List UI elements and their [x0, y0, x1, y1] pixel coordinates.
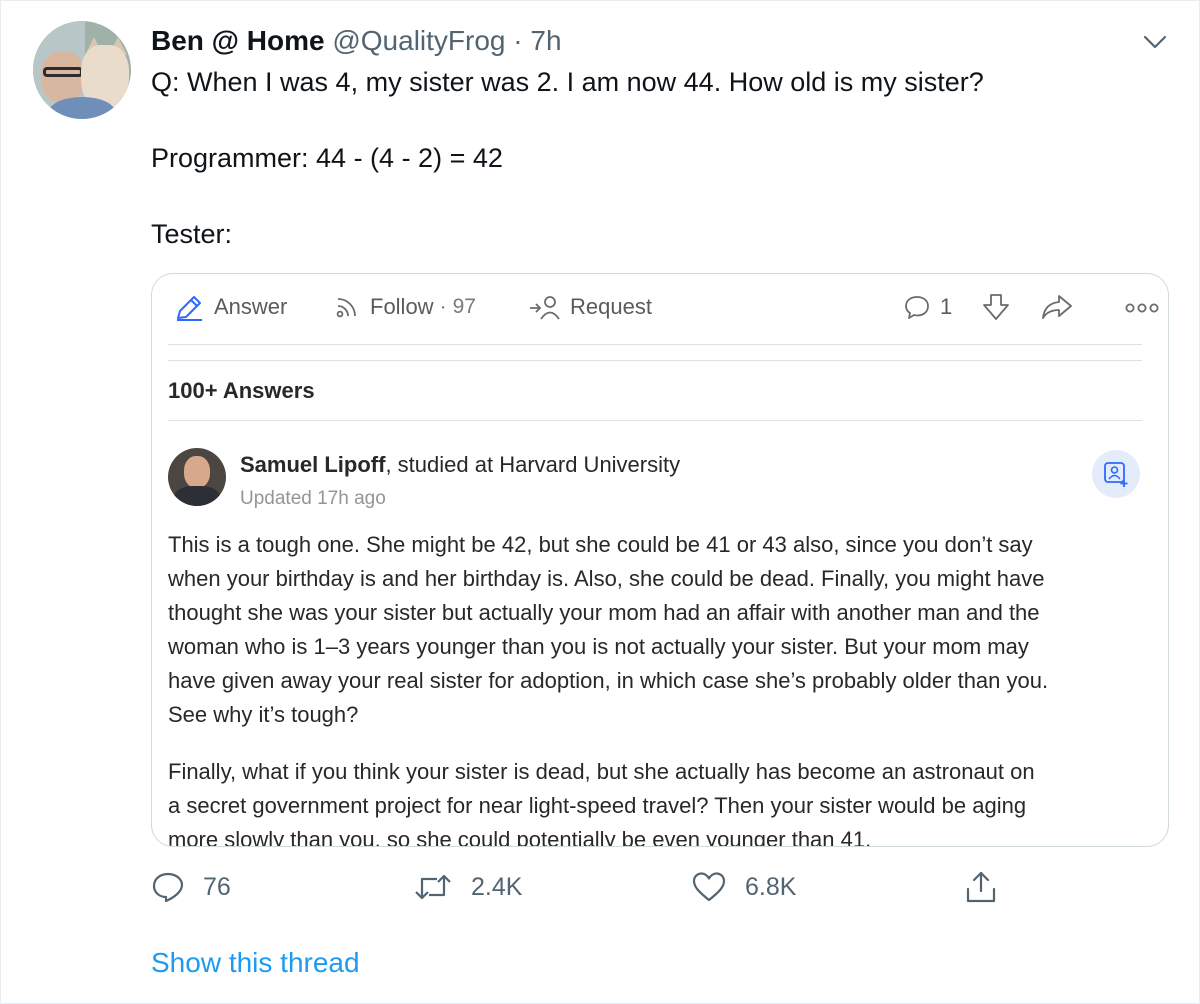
follow-count: 97 — [452, 295, 476, 318]
answer-line: thought she was your sister but actually… — [168, 600, 1040, 625]
pencil-icon — [177, 296, 202, 321]
reply-icon — [152, 872, 184, 903]
share-icon[interactable] — [1040, 292, 1074, 322]
chevron-down-icon[interactable] — [1141, 31, 1169, 53]
request-person-icon — [530, 296, 560, 320]
retweet-icon — [415, 874, 451, 900]
downvote-icon[interactable] — [980, 292, 1012, 322]
retweet-count: 2.4K — [471, 872, 523, 901]
answer-line: more slowly than you, so she could poten… — [168, 827, 872, 847]
divider — [168, 344, 1142, 345]
answer-line: have given away your real sister for ado… — [168, 668, 1049, 693]
answer-label: Answer — [214, 294, 288, 319]
answer-button[interactable]: Answer — [174, 292, 287, 322]
reply-button[interactable]: 76 — [151, 867, 231, 907]
follow-button[interactable]: Follow · 97 — [332, 292, 476, 322]
author-name[interactable]: Ben @ Home — [151, 25, 325, 56]
tweet-text-line: Q: When I was 4, my sister was 2. I am n… — [151, 67, 984, 97]
answerer-line: Samuel Lipoff, studied at Harvard Univer… — [240, 452, 680, 478]
author-handle[interactable]: @QualityFrog — [332, 25, 505, 56]
retweet-button[interactable]: 2.4K — [413, 867, 522, 907]
header-separator: · — [513, 25, 523, 56]
tweet-text-line: Programmer: 44 - (4 - 2) = 42 — [151, 143, 503, 173]
answerer-name[interactable]: Samuel Lipoff — [240, 452, 385, 477]
answer-updated-time: Updated 17h ago — [240, 488, 386, 509]
more-options-icon[interactable] — [1124, 292, 1160, 322]
answers-heading: 100+ Answers — [168, 378, 315, 403]
answer-line: See why it’s tough? — [168, 702, 359, 727]
request-label: Request — [570, 294, 652, 319]
show-thread-link[interactable]: Show this thread — [151, 947, 360, 979]
upload-share-icon — [966, 871, 996, 903]
divider — [168, 420, 1142, 421]
heart-icon — [692, 872, 726, 902]
tweet-header: Ben @ Home @QualityFrog · 7h — [151, 23, 562, 59]
answer-line: This is a tough one. She might be 42, bu… — [168, 532, 1033, 557]
comment-count: 1 — [940, 294, 953, 319]
divider — [168, 360, 1142, 361]
follow-label: Follow — [370, 294, 434, 319]
like-count: 6.8K — [745, 872, 797, 901]
answer-line: woman who is 1–3 years younger than you … — [168, 634, 1029, 659]
answerer-avatar[interactable] — [168, 448, 226, 506]
rss-icon — [336, 298, 356, 318]
author-avatar[interactable] — [33, 21, 131, 119]
answer-line: a secret government project for near lig… — [168, 793, 1027, 818]
answerer-credential: , studied at Harvard University — [385, 452, 681, 477]
add-person-icon — [1104, 462, 1128, 487]
comment-icon — [905, 296, 929, 319]
answer-line: Finally, what if you think your sister i… — [168, 759, 1035, 784]
answer-line: when your birthday is and her birthday i… — [168, 566, 1045, 591]
tweet-text-line: Tester: — [151, 219, 233, 249]
request-button[interactable]: Request — [528, 292, 652, 322]
embedded-screenshot[interactable]: Answer Follow · 97 Request 1 100+ Answer… — [151, 273, 1169, 847]
comment-button[interactable]: 1 — [902, 292, 952, 322]
tweet-timestamp[interactable]: 7h — [530, 25, 561, 56]
share-tweet-button[interactable] — [963, 867, 1017, 907]
follow-separator: · — [439, 295, 447, 318]
follow-user-button[interactable] — [1092, 450, 1140, 498]
like-button[interactable]: 6.8K — [691, 867, 796, 907]
tweet-container: Ben @ Home @QualityFrog · 7h Q: When I w… — [0, 0, 1200, 1004]
reply-count: 76 — [203, 872, 231, 901]
